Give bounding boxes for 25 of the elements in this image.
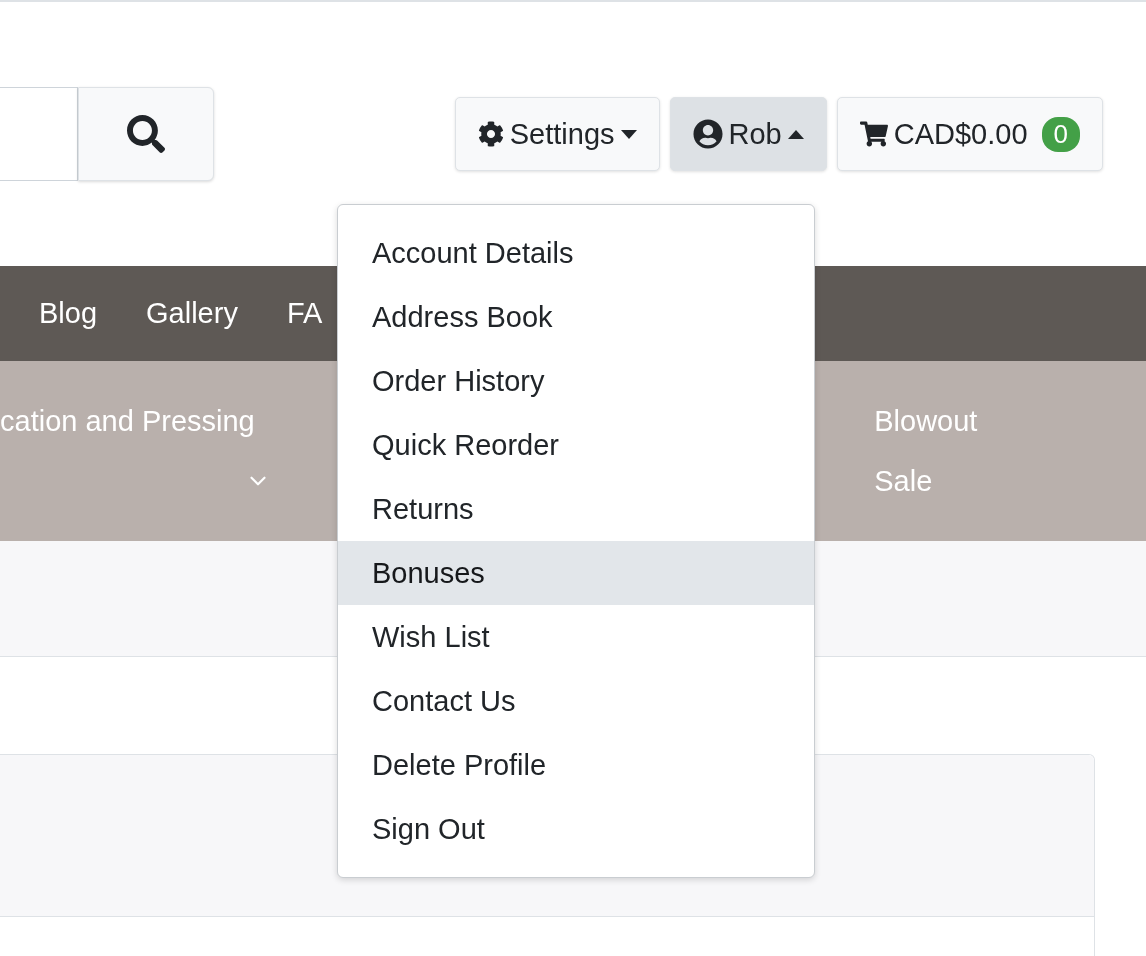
gear-icon — [477, 121, 504, 147]
menu-item[interactable]: Order History — [338, 349, 814, 413]
nav-link[interactable]: FA — [286, 297, 323, 330]
search-field[interactable] — [0, 87, 78, 181]
menu-item[interactable]: Address Book — [338, 285, 814, 349]
menu-item[interactable]: Returns — [338, 477, 814, 541]
nav-link[interactable]: Blog — [39, 297, 98, 330]
menu-item[interactable]: Wish List — [338, 605, 814, 669]
cart-count: 0 — [1041, 116, 1080, 152]
menu-item[interactable]: Contact Us — [338, 669, 814, 733]
user-icon — [692, 119, 723, 149]
settings-button[interactable]: Settings — [454, 97, 660, 171]
cart-button[interactable]: CAD$0.00 0 — [836, 97, 1103, 171]
user-button[interactable]: Rob — [669, 97, 827, 171]
menu-item[interactable]: Quick Reorder — [338, 413, 814, 477]
caret-icon — [620, 129, 637, 139]
search-icon — [127, 115, 165, 153]
nav-link[interactable]: Gallery — [146, 297, 238, 330]
caret-icon — [787, 129, 804, 139]
menu-item[interactable]: Account Details — [338, 221, 814, 285]
menu-item[interactable]: Sign Out — [338, 797, 814, 861]
cart-icon — [859, 120, 888, 148]
menu-item[interactable]: Delete Profile — [338, 733, 814, 797]
search-button[interactable] — [78, 87, 214, 181]
menu-item[interactable]: Bonuses — [338, 541, 814, 605]
